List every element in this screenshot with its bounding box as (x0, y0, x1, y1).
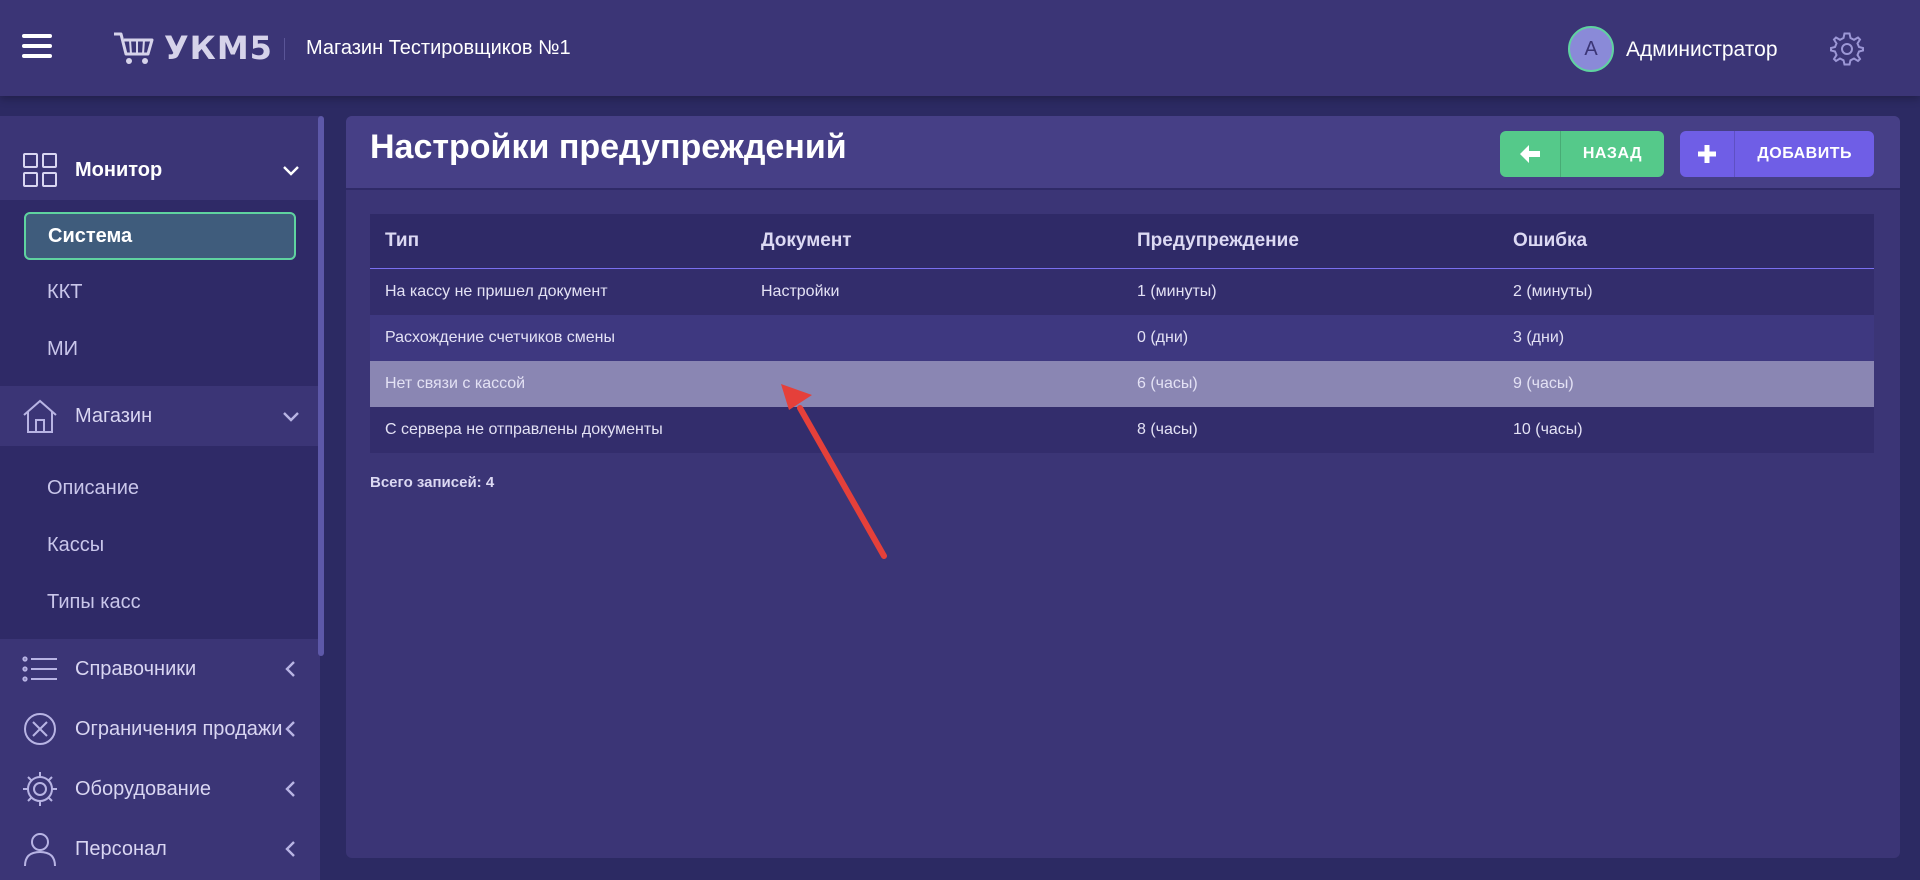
add-button[interactable]: ДОБАВИТЬ (1680, 131, 1874, 177)
cell-document: Настройки (761, 283, 840, 300)
sidebar-item-system[interactable]: Система (24, 212, 296, 260)
header-divider (284, 38, 285, 60)
warnings-table: Тип Документ Предупреждение Ошибка На ка… (370, 214, 1874, 453)
settings-button[interactable] (1830, 32, 1864, 66)
chevron-left-icon (285, 781, 295, 797)
cell-error: 10 (часы) (1513, 421, 1583, 438)
cell-error: 9 (часы) (1513, 375, 1574, 392)
gear-icon (1830, 32, 1864, 66)
table-header: Тип Документ Предупреждение Ошибка (370, 214, 1874, 269)
table-row[interactable]: На кассу не пришел документ Настройки 1 … (370, 269, 1874, 315)
cell-error: 3 (дни) (1513, 329, 1565, 346)
cell-warning: 8 (часы) (1137, 421, 1198, 438)
sidebar-section-store[interactable]: Магазин (0, 386, 320, 446)
sidebar-section-equipment[interactable]: Оборудование (0, 759, 320, 819)
chevron-left-icon (285, 721, 295, 737)
arrow-left-icon (1500, 131, 1561, 177)
back-button-label: НАЗАД (1582, 145, 1642, 162)
page-title: Настройки предупреждений (370, 128, 847, 166)
cell-warning: 0 (дни) (1137, 329, 1189, 346)
sidebar-section-references[interactable]: Справочники (0, 639, 320, 699)
column-header-document[interactable]: Документ (746, 230, 1122, 252)
sidebar-sublist-store: Описание Кассы Типы касс (0, 446, 320, 639)
cart-icon (114, 32, 154, 64)
sidebar-section-label: Магазин (75, 404, 153, 427)
table-row[interactable]: С сервера не отправлены документы 8 (час… (370, 407, 1874, 453)
hamburger-icon (22, 34, 52, 38)
table-row-highlighted[interactable]: Нет связи с кассой 6 (часы) 9 (часы) (370, 361, 1874, 407)
cell-type: На кассу не пришел документ (385, 283, 608, 300)
sidebar-sublist-monitor: Система ККТ МИ (0, 200, 320, 386)
sidebar-section-label: Справочники (75, 657, 197, 680)
chevron-left-icon (285, 841, 295, 857)
user-icon (24, 833, 56, 867)
cell-type: Нет связи с кассой (385, 375, 526, 392)
menu-toggle-button[interactable] (22, 34, 52, 60)
sidebar-item-description[interactable]: Описание (0, 460, 320, 517)
sidebar-item-cashdesk-types[interactable]: Типы касс (0, 574, 320, 631)
sidebar-section-label: Оборудование (75, 777, 212, 800)
gear-icon (23, 772, 57, 806)
chevron-down-icon (283, 166, 299, 176)
chevron-left-icon (285, 661, 295, 677)
list-icon (22, 656, 57, 682)
cancel-circle-icon (24, 713, 56, 745)
sidebar: Монитор Система ККТ МИ Магазин Описание … (0, 116, 320, 880)
cell-warning: 6 (часы) (1137, 375, 1198, 392)
cell-error: 2 (минуты) (1513, 283, 1593, 300)
sidebar-section-label: Персонал (75, 837, 167, 860)
sidebar-section-staff[interactable]: Персонал (0, 819, 320, 879)
sidebar-section-label: Монитор (75, 158, 163, 181)
card-header: Настройки предупреждений НАЗАД ДОБАВИТЬ (346, 116, 1900, 190)
cell-type: Расхождение счетчиков смены (385, 329, 616, 346)
plus-icon (1680, 131, 1736, 177)
top-bar: УКМ5 Магазин Тестировщиков №1 А Админист… (0, 0, 1920, 96)
column-header-type[interactable]: Тип (370, 230, 746, 252)
column-header-error[interactable]: Ошибка (1498, 230, 1874, 252)
column-header-warning[interactable]: Предупреждение (1122, 230, 1498, 252)
sidebar-item-mi[interactable]: МИ (0, 321, 320, 378)
cell-type: С сервера не отправлены документы (385, 421, 663, 438)
sidebar-item-cashdesks[interactable]: Кассы (0, 517, 320, 574)
app-logo[interactable]: УКМ5 (112, 28, 273, 68)
sidebar-item-kkt[interactable]: ККТ (0, 264, 320, 321)
store-name: Магазин Тестировщиков №1 (306, 37, 571, 59)
main-card: Настройки предупреждений НАЗАД ДОБАВИТЬ … (346, 116, 1900, 858)
sidebar-section-sale-restrictions[interactable]: Ограничения продажи (0, 699, 320, 759)
avatar[interactable]: А (1568, 26, 1614, 72)
chevron-down-icon (283, 412, 299, 422)
sidebar-section-monitor[interactable]: Монитор (0, 140, 320, 200)
user-name[interactable]: Администратор (1626, 38, 1778, 62)
table-row[interactable]: Расхождение счетчиков смены 0 (дни) 3 (д… (370, 315, 1874, 361)
monitor-grid-icon (23, 153, 57, 187)
home-icon (23, 399, 57, 433)
add-button-label: ДОБАВИТЬ (1757, 145, 1852, 162)
total-records: Всего записей: 4 (370, 474, 495, 491)
sidebar-section-label: Ограничения продажи (75, 717, 283, 740)
sidebar-scrollbar[interactable] (318, 116, 324, 656)
cell-warning: 1 (минуты) (1137, 283, 1217, 300)
back-button[interactable]: НАЗАД (1500, 131, 1664, 177)
logo-text: УКМ5 (164, 29, 273, 67)
